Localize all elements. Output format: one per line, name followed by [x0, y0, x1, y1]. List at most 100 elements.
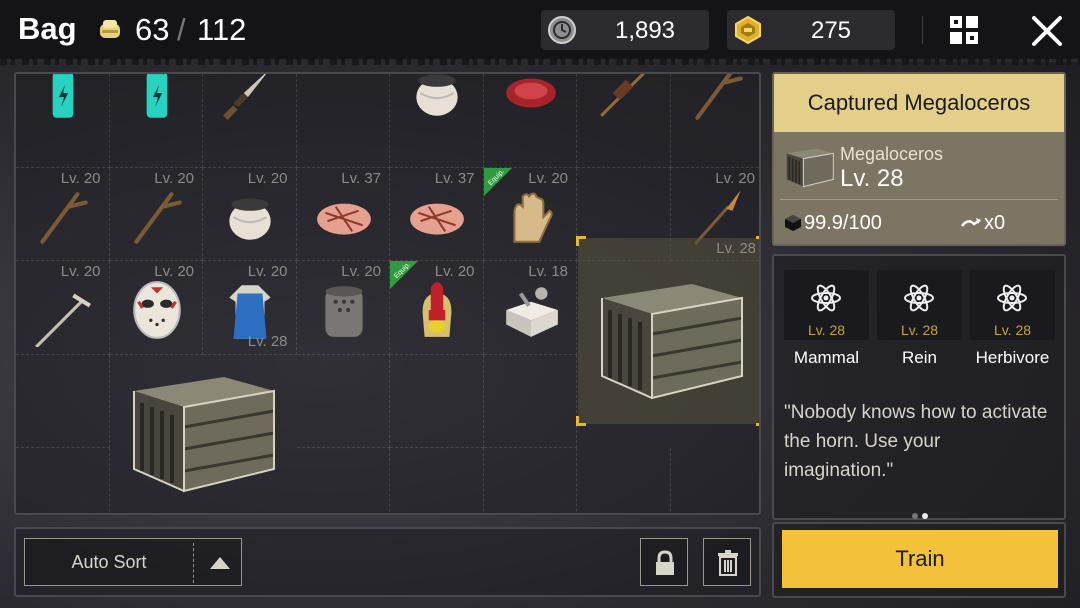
bag-slot[interactable]: [296, 74, 390, 168]
bag-slot[interactable]: Lv. 20: [109, 167, 203, 261]
bag-slot[interactable]: Lv. 37: [390, 167, 484, 261]
bag-slot[interactable]: [16, 354, 110, 448]
bag-slot[interactable]: [109, 74, 203, 168]
item-level: Lv. 37: [341, 169, 381, 187]
bag-slot[interactable]: [390, 74, 484, 168]
triangle-up-icon[interactable]: [209, 556, 231, 570]
fusion-arrow-icon: [961, 218, 981, 227]
bag-slot[interactable]: [390, 354, 484, 448]
item-level: Lv. 20: [60, 169, 101, 187]
stick-icon: [40, 191, 88, 244]
bag-slot[interactable]: Lv. 28: [110, 331, 296, 513]
gold-icon: [735, 15, 761, 45]
bag-toolbar: Auto Sort: [14, 527, 761, 597]
energy-drink-icon: [52, 74, 74, 118]
toolbox-icon: [505, 287, 558, 337]
coins-value: 1,893: [614, 17, 676, 44]
top-bar: Bag 63 / 112 1,893 275: [0, 0, 1080, 65]
bag-slot[interactable]: Lv. 20: [296, 261, 390, 355]
bag-slot[interactable]: [483, 354, 577, 448]
coins-counter[interactable]: 1,893: [541, 10, 709, 50]
skewer-icon: [600, 74, 646, 117]
bag-slot[interactable]: [484, 448, 577, 513]
count-value: x0: [984, 212, 1006, 234]
bag-slot[interactable]: [390, 448, 484, 513]
trait-mammal[interactable]: Lv. 28: [784, 270, 869, 340]
trait-rein[interactable]: Lv. 28: [877, 270, 962, 340]
train-button[interactable]: Train: [782, 530, 1058, 588]
bag-capacity-icon: [100, 20, 120, 38]
item-level: Lv. 20: [247, 263, 288, 280]
atom-icon: [904, 284, 934, 312]
bag-slot-selected[interactable]: Lv. 28: [578, 238, 759, 424]
gold-value: 275: [810, 17, 852, 44]
item-level: Lv. 18: [528, 263, 568, 280]
bag-slot[interactable]: [577, 74, 671, 168]
item-level: Lv. 20: [154, 169, 194, 187]
auto-sort-button[interactable]: Auto Sort: [24, 538, 242, 586]
bag-slot[interactable]: Lv. 37: [296, 167, 390, 261]
page-dot-active[interactable]: [922, 513, 928, 519]
bag-slot[interactable]: [577, 448, 671, 513]
item-level: Lv. 20: [715, 169, 755, 187]
pickaxe-icon: [35, 293, 91, 347]
atom-icon: [811, 284, 841, 312]
bag-slot[interactable]: Lv. 20: [16, 167, 110, 261]
spartan-helmet-icon: [422, 282, 452, 337]
durability-value: 99.9/100: [804, 212, 882, 234]
bag-slot[interactable]: Equip. Lv. 20: [390, 261, 484, 355]
bag-slot[interactable]: Lv. 20: [16, 261, 110, 355]
item-level: Lv. 20: [60, 263, 101, 280]
sort-divider: [193, 543, 194, 583]
page-dot[interactable]: [912, 513, 918, 519]
trait-level: Lv. 28: [993, 322, 1032, 338]
bag-slot[interactable]: [16, 448, 110, 513]
trait-name: Rein: [902, 348, 937, 367]
stick-icon: [694, 74, 743, 120]
item-level-label: Lv. 28: [840, 165, 904, 192]
cooked-meat-icon: [316, 203, 371, 235]
durability-icon: [785, 215, 801, 231]
bag-slot[interactable]: Lv. 20: [203, 167, 297, 261]
energy-drink-icon: [146, 74, 167, 118]
item-level: Lv. 20: [341, 263, 381, 280]
trait-level: Lv. 28: [900, 322, 939, 338]
close-icon[interactable]: [1030, 14, 1064, 48]
trash-icon: [718, 550, 738, 576]
bag-slot[interactable]: [203, 74, 297, 168]
bag-capacity-current: 63: [135, 12, 170, 47]
grid-menu-icon[interactable]: [948, 14, 980, 46]
bag-slot[interactable]: [671, 448, 760, 513]
beehive-icon: [324, 286, 363, 337]
item-species: Megaloceros: [840, 144, 944, 164]
stick-icon: [133, 191, 182, 244]
item-title: Captured Megaloceros: [774, 74, 1064, 132]
trait-herbivore[interactable]: Lv. 28: [970, 270, 1055, 340]
ceramic-pot-icon: [229, 197, 271, 240]
item-level: Lv. 20: [434, 263, 475, 280]
bag-grid: Lv. 20 Lv. 20 Lv. 20 Lv. 37 Lv. 37 Equip…: [14, 72, 761, 515]
crate-icon: [786, 148, 834, 188]
item-level: Lv. 20: [247, 169, 288, 187]
gold-counter[interactable]: 275: [727, 10, 895, 50]
lock-button[interactable]: [640, 538, 688, 586]
bag-slot[interactable]: [16, 74, 110, 168]
train-button-container: Train: [772, 522, 1066, 598]
bag-slot[interactable]: Equip. Lv. 20: [483, 167, 577, 261]
trait-panel: Lv. 28 Mammal Lv. 28 Rein Lv. 28 Herbivo…: [772, 254, 1066, 520]
item-level: Lv. 28: [247, 333, 288, 350]
auto-sort-label: Auto Sort: [71, 552, 147, 572]
cooked-meat-icon: [410, 203, 464, 235]
bag-slot[interactable]: [297, 448, 390, 513]
bag-slot[interactable]: [670, 74, 759, 168]
delete-button[interactable]: [703, 538, 751, 586]
item-level: Lv. 37: [434, 169, 475, 187]
bag-slot[interactable]: [296, 354, 390, 448]
raw-meat-icon: [505, 78, 556, 108]
trait-name: Herbivore: [975, 348, 1050, 367]
bag-slot[interactable]: [483, 74, 577, 168]
gloves-icon: [512, 192, 553, 243]
header-divider: [922, 16, 923, 44]
bag-slot[interactable]: Lv. 18: [483, 261, 577, 355]
item-level: Lv. 20: [528, 169, 568, 187]
